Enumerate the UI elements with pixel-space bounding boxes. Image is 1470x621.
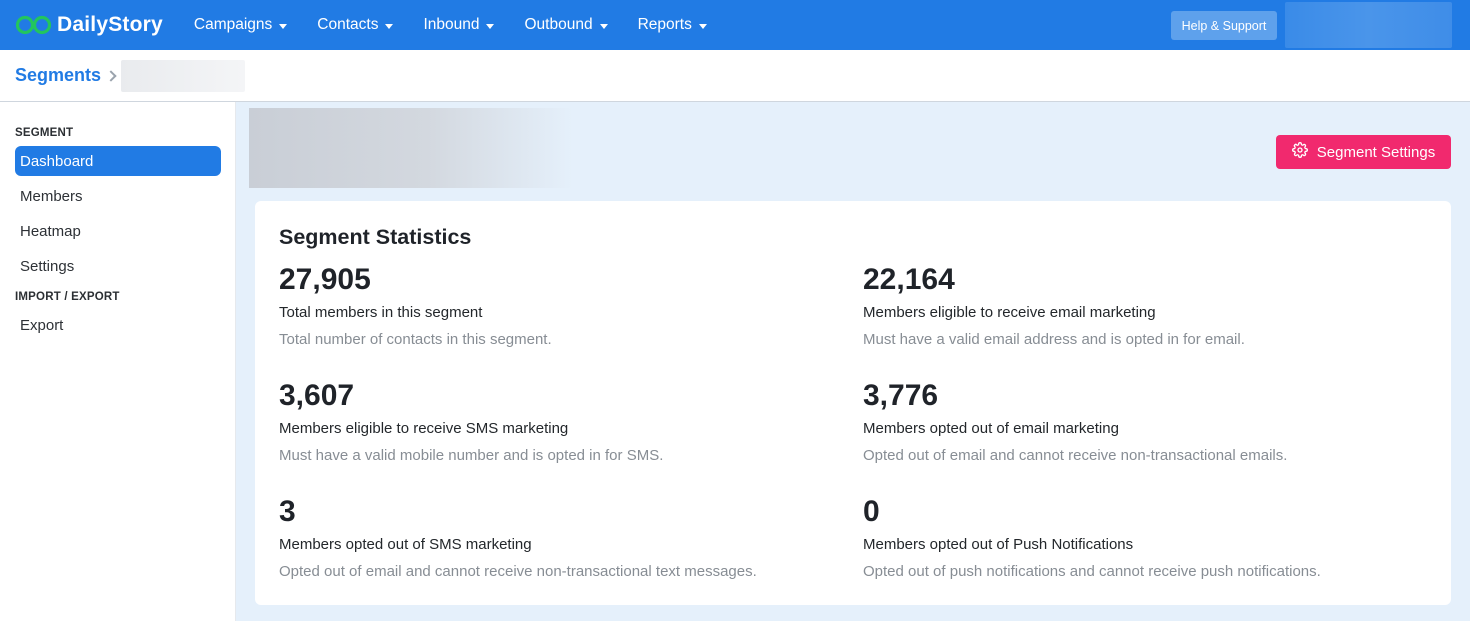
caret-down-icon (486, 23, 495, 29)
stat-description: Opted out of email and cannot receive no… (863, 447, 1288, 464)
nav-contacts-label: Contacts (317, 16, 379, 33)
stat-label: Members eligible to receive email market… (863, 304, 1156, 321)
brand-name: DailyStory (57, 13, 163, 36)
stat-sms-eligible: 3,607 Members eligible to receive SMS ma… (279, 379, 839, 464)
stat-push-opted-out: 0 Members opted out of Push Notification… (863, 495, 1423, 580)
sidebar-item-members[interactable]: Members (15, 181, 221, 211)
stat-value: 0 (863, 495, 880, 528)
stat-description: Opted out of email and cannot receive no… (279, 563, 757, 580)
stat-description: Must have a valid mobile number and is o… (279, 447, 664, 464)
nav-reports-label: Reports (637, 16, 692, 33)
segment-settings-label: Segment Settings (1316, 143, 1436, 161)
main-content: Segment Settings Segment Statistics 27,9… (236, 102, 1470, 621)
stat-total-members: 27,905 Total members in this segment Tot… (279, 263, 839, 348)
sidebar-section-import-export: IMPORT / EXPORT (15, 291, 120, 303)
brand-logo[interactable]: DailyStory (15, 13, 163, 37)
segment-settings-button[interactable]: Segment Settings (1276, 135, 1451, 169)
stat-value: 27,905 (279, 263, 371, 296)
nav-campaigns[interactable]: Campaigns (179, 0, 302, 50)
stat-email-opted-out: 3,776 Members opted out of email marketi… (863, 379, 1423, 464)
sidebar-item-label: Settings (20, 257, 75, 275)
main-menu: Campaigns Contacts Inbound Outbound Repo… (179, 0, 722, 50)
nav-outbound-label: Outbound (524, 16, 593, 33)
sidebar-item-label: Heatmap (20, 222, 81, 240)
nav-inbound[interactable]: Inbound (408, 0, 509, 50)
nav-outbound[interactable]: Outbound (509, 0, 622, 50)
sidebar: SEGMENT Dashboard Members Heatmap Settin… (0, 102, 236, 621)
sidebar-item-export[interactable]: Export (15, 310, 221, 340)
caret-down-icon (698, 23, 707, 29)
breadcrumb-segments-link[interactable]: Segments (15, 65, 101, 86)
segment-statistics-card: Segment Statistics 27,905 Total members … (255, 201, 1451, 605)
stat-value: 22,164 (863, 263, 955, 296)
nav-reports[interactable]: Reports (623, 0, 722, 50)
sidebar-item-heatmap[interactable]: Heatmap (15, 216, 221, 246)
chevron-right-icon (105, 69, 117, 82)
stat-label: Members opted out of Push Notifications (863, 536, 1134, 553)
card-title: Segment Statistics (279, 225, 472, 249)
gear-icon (1291, 142, 1317, 162)
stat-value: 3,607 (279, 379, 355, 412)
caret-down-icon (279, 23, 288, 29)
infinity-logo-icon (15, 15, 53, 35)
sidebar-item-dashboard[interactable]: Dashboard (15, 146, 221, 176)
stat-sms-opted-out: 3 Members opted out of SMS marketing Opt… (279, 495, 839, 580)
user-account-menu[interactable] (1285, 2, 1452, 48)
sidebar-section-segment: SEGMENT (15, 127, 74, 139)
help-support-button[interactable]: Help & Support (1171, 11, 1277, 40)
stat-description: Must have a valid email address and is o… (863, 331, 1245, 348)
sidebar-item-settings[interactable]: Settings (15, 251, 221, 281)
stat-label: Total members in this segment (279, 304, 483, 321)
nav-campaigns-label: Campaigns (193, 16, 273, 33)
stat-label: Members eligible to receive SMS marketin… (279, 420, 569, 437)
sidebar-item-label: Dashboard (20, 152, 94, 170)
stat-label: Members opted out of email marketing (863, 420, 1119, 437)
top-navbar: DailyStory Campaigns Contacts Inbound Ou… (0, 0, 1470, 50)
segment-header-image (249, 108, 573, 188)
caret-down-icon (599, 23, 608, 29)
stat-email-eligible: 22,164 Members eligible to receive email… (863, 263, 1423, 348)
stat-value: 3 (279, 495, 296, 528)
stat-description: Total number of contacts in this segment… (279, 331, 552, 348)
breadcrumb-current-segment (121, 59, 246, 92)
nav-inbound-label: Inbound (423, 16, 480, 33)
sidebar-item-label: Export (20, 316, 64, 334)
stat-label: Members opted out of SMS marketing (279, 536, 532, 553)
caret-down-icon (385, 23, 394, 29)
breadcrumb: Segments (0, 50, 1470, 102)
stat-description: Opted out of push notifications and cann… (863, 563, 1321, 580)
nav-contacts[interactable]: Contacts (302, 0, 408, 50)
stat-value: 3,776 (863, 379, 939, 412)
sidebar-item-label: Members (20, 187, 83, 205)
